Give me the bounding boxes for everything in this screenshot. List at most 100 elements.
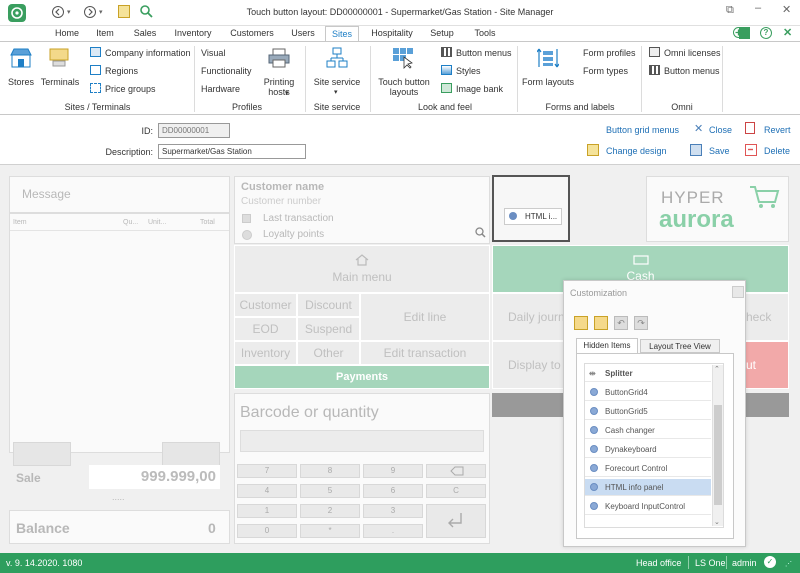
key-4[interactable]: 4: [237, 484, 297, 498]
list-item[interactable]: Dynakeyboard: [585, 441, 711, 458]
description-input[interactable]: Supermarket/Gas Station: [158, 144, 306, 159]
key-2[interactable]: 2: [300, 504, 360, 518]
button-grid-menus-link[interactable]: Button grid menus: [606, 125, 679, 135]
database-icon[interactable]: [739, 27, 750, 39]
list-item[interactable]: Cash changer: [585, 422, 711, 439]
list-item[interactable]: ButtonGrid5: [585, 403, 711, 420]
tab-sites[interactable]: Sites: [325, 26, 359, 41]
tab-hospitality[interactable]: Hospitality: [366, 26, 418, 41]
minimize-icon[interactable]: –: [755, 2, 761, 14]
omni-button-menus-button[interactable]: Button menus: [664, 66, 720, 76]
save-layout-icon[interactable]: [594, 316, 608, 330]
close-tab-icon[interactable]: ✕: [783, 26, 792, 39]
balance-panel[interactable]: Balance 0: [9, 510, 230, 544]
main-menu-button[interactable]: Main menu: [234, 245, 490, 293]
key-5[interactable]: 5: [300, 484, 360, 498]
edit-line-button[interactable]: Edit line: [360, 293, 490, 341]
touch-button-layouts-button[interactable]: Touch button layouts: [376, 77, 432, 97]
site-service-button[interactable]: Site service: [311, 77, 363, 87]
key-clear[interactable]: C: [426, 484, 486, 498]
key-0[interactable]: 0: [237, 524, 297, 538]
edit-transaction-button[interactable]: Edit transaction: [360, 341, 490, 365]
revert-button[interactable]: Revert: [764, 125, 791, 135]
tab-item[interactable]: Item: [91, 26, 119, 41]
key-1[interactable]: 1: [237, 504, 297, 518]
key-3[interactable]: 3: [363, 504, 423, 518]
stores-button[interactable]: Stores: [4, 77, 38, 87]
button-menus-button[interactable]: Button menus: [456, 48, 512, 58]
list-item-selected[interactable]: HTML info panel: [585, 479, 711, 496]
receipt-button-right[interactable]: [162, 442, 220, 466]
daily-journal-button[interactable]: Daily journ: [492, 293, 567, 341]
delete-button[interactable]: Delete: [764, 146, 790, 156]
scroll-down-icon[interactable]: ⌄: [714, 518, 720, 526]
message-panel[interactable]: Message: [9, 176, 230, 213]
change-design-button[interactable]: Change design: [606, 146, 667, 156]
tab-users[interactable]: Users: [286, 26, 320, 41]
key-star[interactable]: *: [300, 524, 360, 538]
customer-search-icon[interactable]: [475, 227, 486, 238]
redo-icon[interactable]: ↷: [634, 316, 648, 330]
printing-hosts-button[interactable]: Printing hosts: [258, 77, 300, 97]
save-button[interactable]: Save: [709, 146, 730, 156]
site-service-dropdown-icon[interactable]: ▾: [334, 88, 338, 96]
tab-home[interactable]: Home: [50, 26, 84, 41]
scrollbar-thumb[interactable]: [714, 405, 722, 505]
hardware-button[interactable]: Hardware: [201, 84, 240, 94]
payments-button[interactable]: Payments: [234, 365, 490, 389]
tab-tools[interactable]: Tools: [468, 26, 502, 41]
tab-hidden-items[interactable]: Hidden Items: [576, 338, 638, 353]
receipt-button-left[interactable]: [13, 442, 71, 466]
visual-button[interactable]: Visual: [201, 48, 225, 58]
form-profiles-button[interactable]: Form profiles: [583, 48, 636, 58]
inventory-button[interactable]: Inventory: [234, 341, 297, 365]
eod-button[interactable]: EOD: [234, 317, 297, 341]
customization-dialog[interactable]: Customization ↶ ↷ Hidden Items Layout Tr…: [563, 280, 746, 547]
tab-customers[interactable]: Customers: [226, 26, 278, 41]
list-item[interactable]: ⇹ Splitter: [585, 365, 711, 382]
key-8[interactable]: 8: [300, 464, 360, 478]
key-backspace[interactable]: [426, 464, 486, 478]
tab-sales[interactable]: Sales: [128, 26, 162, 41]
last-transaction-checkbox[interactable]: [242, 214, 251, 223]
barcode-input[interactable]: [240, 430, 484, 452]
form-types-button[interactable]: Form types: [583, 66, 628, 76]
price-groups-button[interactable]: Price groups: [105, 84, 156, 94]
help-icon[interactable]: ?: [760, 27, 772, 39]
receipt-grid[interactable]: Item Qu... Unit... Total: [9, 213, 230, 453]
company-info-button[interactable]: Company information: [105, 48, 191, 58]
form-layouts-button[interactable]: Form layouts: [522, 77, 574, 87]
close-window-icon[interactable]: ✕: [782, 3, 791, 16]
out-button[interactable]: ut: [745, 341, 789, 389]
close-button[interactable]: Close: [709, 125, 732, 135]
tab-inventory[interactable]: Inventory: [170, 26, 216, 41]
discount-button[interactable]: Discount: [297, 293, 360, 317]
key-dot[interactable]: .: [363, 524, 423, 538]
other-button[interactable]: Other: [297, 341, 360, 365]
resize-grip-icon[interactable]: ⋰: [785, 560, 792, 568]
restore-icon[interactable]: ⧉: [726, 4, 734, 17]
customer-panel[interactable]: Customer name Customer number Last trans…: [234, 176, 490, 244]
undo-icon[interactable]: ↶: [614, 316, 628, 330]
open-icon[interactable]: [574, 316, 588, 330]
functionality-button[interactable]: Functionality: [201, 66, 252, 76]
printing-hosts-dropdown-icon[interactable]: ▾: [285, 89, 289, 97]
customization-close-icon[interactable]: [732, 286, 744, 298]
html-info-panel[interactable]: HTML i...: [492, 175, 570, 242]
check-button[interactable]: heck: [745, 293, 789, 341]
display-total-button[interactable]: Display to: [492, 341, 567, 389]
tab-setup[interactable]: Setup: [425, 26, 459, 41]
customer-button[interactable]: Customer: [234, 293, 297, 317]
list-item[interactable]: ButtonGrid4: [585, 384, 711, 401]
regions-button[interactable]: Regions: [105, 66, 138, 76]
suspend-button[interactable]: Suspend: [297, 317, 360, 341]
styles-button[interactable]: Styles: [456, 66, 481, 76]
list-scrollbar[interactable]: ⌃ ⌄: [712, 365, 723, 526]
list-item[interactable]: Forecourt Control: [585, 460, 711, 477]
list-item[interactable]: Keyboard InputControl: [585, 498, 711, 515]
key-6[interactable]: 6: [363, 484, 423, 498]
image-bank-button[interactable]: Image bank: [456, 84, 503, 94]
key-9[interactable]: 9: [363, 464, 423, 478]
key-7[interactable]: 7: [237, 464, 297, 478]
omni-licenses-button[interactable]: Omni licenses: [664, 48, 721, 58]
